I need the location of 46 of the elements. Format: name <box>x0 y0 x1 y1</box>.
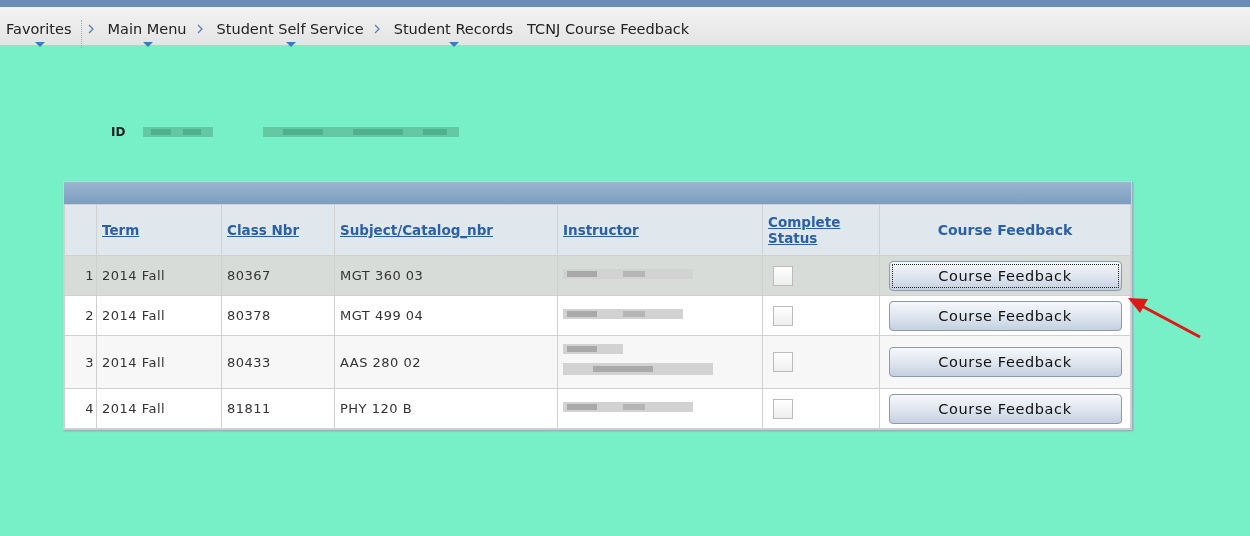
course-feedback-button[interactable]: Course Feedback <box>888 347 1122 377</box>
checkbox[interactable] <box>773 352 793 372</box>
row-number: 4 <box>85 401 94 416</box>
table-cell: 2014 Fall <box>102 308 166 323</box>
row-number: 3 <box>85 354 94 370</box>
column-header: Course Feedback <box>936 222 1074 238</box>
table-cell: 2014 Fall <box>102 268 166 283</box>
table-cell: AAS 280 02 <box>340 354 422 370</box>
breadcrumb-separator-icon <box>196 24 203 34</box>
table-cell: MGT 499 04 <box>340 308 424 323</box>
column-header-link[interactable]: Class Nbr <box>227 222 300 238</box>
course-feedback-button[interactable]: Course Feedback <box>888 393 1122 424</box>
redacted-text <box>143 126 214 138</box>
course-feedback-button[interactable]: Course Feedback <box>888 300 1122 331</box>
table-cell: PHY 120 B <box>340 401 413 416</box>
dropdown-caret-icon <box>35 42 46 47</box>
breadcrumb-link[interactable]: Favorites <box>6 20 72 38</box>
table-cell: 80433 <box>227 354 271 370</box>
dropdown-caret-icon <box>143 42 153 47</box>
checkbox[interactable] <box>773 398 793 419</box>
breadcrumb-separator-icon <box>87 24 94 34</box>
column-header-link[interactable]: Instructor <box>563 222 639 238</box>
breadcrumb-separator-icon <box>373 24 380 34</box>
breadcrumb-link[interactable]: Student Records <box>393 20 514 38</box>
table-row[interactable]: 4 2014 Fall 81811 PHY 120 B Course Feedback <box>64 388 1131 429</box>
row-number: 2 <box>85 308 94 323</box>
id-label: ID <box>111 125 126 139</box>
table-cell: 2014 Fall <box>102 354 166 370</box>
dropdown-caret-icon <box>286 42 297 47</box>
dropdown-caret-icon <box>449 42 460 47</box>
table-row[interactable]: 1 2014 Fall 80367 MGT 360 03 Course Feedback <box>64 255 1131 296</box>
table-cell: 81811 <box>227 401 271 416</box>
table-cell: MGT 360 03 <box>340 268 424 283</box>
table-row[interactable]: 2 2014 Fall 80378 MGT 499 04 Course Feedback <box>64 295 1131 336</box>
table-row[interactable]: 3 2014 Fall 80433 AAS 280 02 Course Feedback <box>64 335 1131 389</box>
breadcrumb-link[interactable]: Student Self Service <box>216 20 364 38</box>
table-cell: 80367 <box>227 268 271 283</box>
table-cell: 80378 <box>227 308 271 323</box>
column-header-link[interactable]: Term <box>102 222 140 238</box>
table-cell: 2014 Fall <box>102 401 166 416</box>
checkbox[interactable] <box>773 305 793 326</box>
checkbox[interactable] <box>773 265 793 286</box>
row-number: 1 <box>85 268 94 283</box>
breadcrumb-link[interactable]: Main Menu <box>107 20 187 38</box>
course-feedback-button[interactable]: Course Feedback <box>888 260 1122 291</box>
breadcrumb-link[interactable]: TCNJ Course Feedback <box>527 20 690 38</box>
